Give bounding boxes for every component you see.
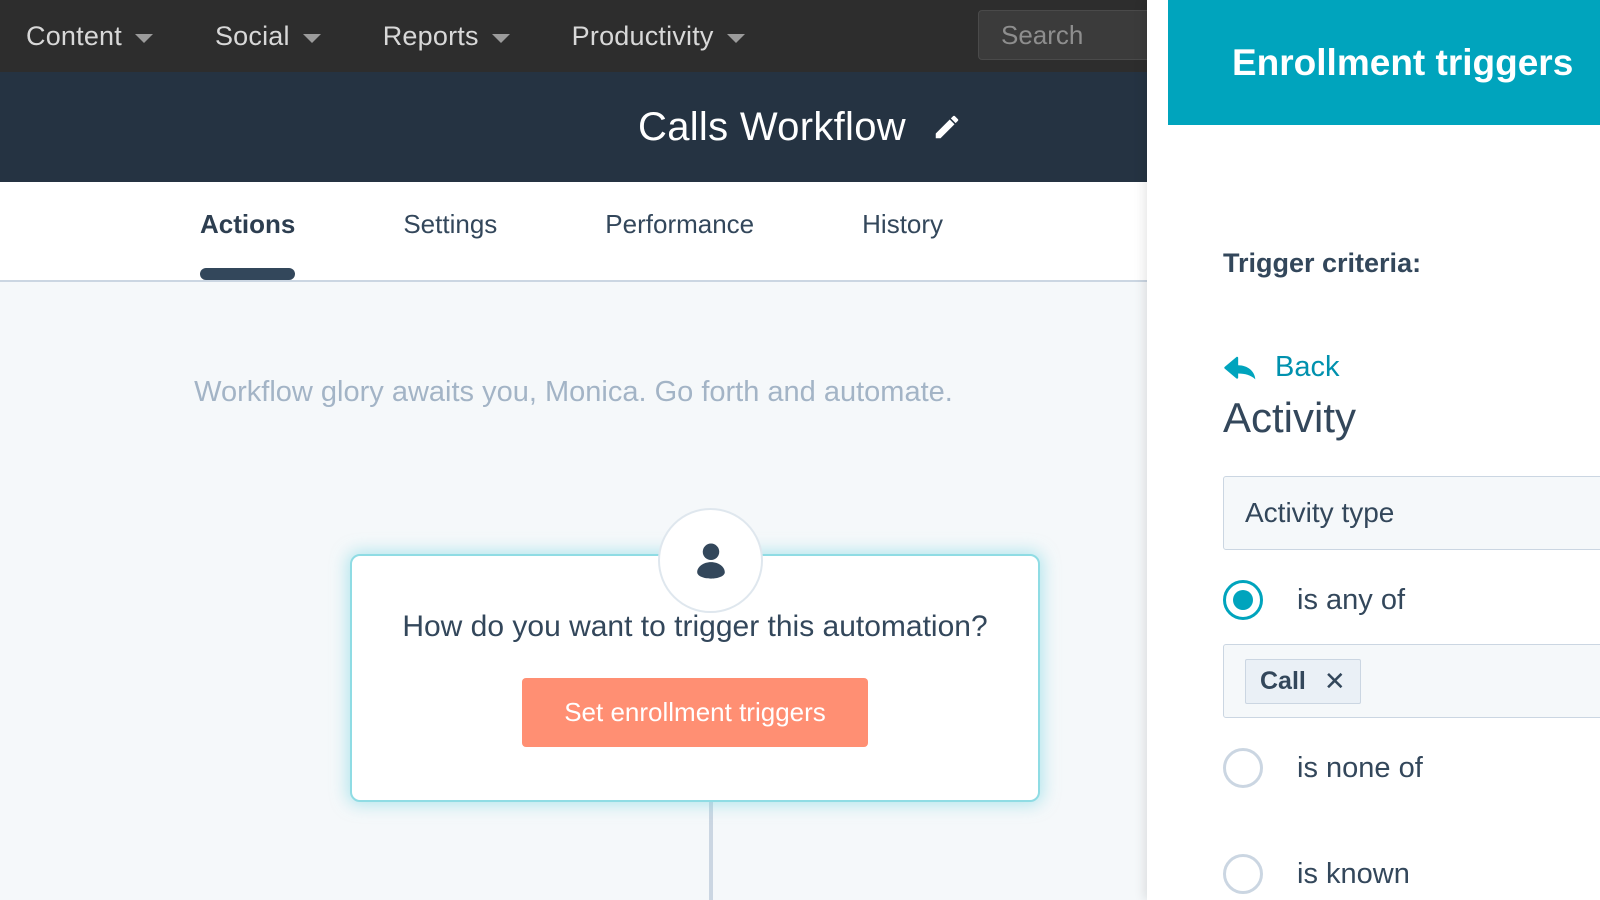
- activity-values-field[interactable]: Call ✕: [1223, 644, 1600, 718]
- chip-call[interactable]: Call ✕: [1245, 659, 1361, 704]
- avatar: [658, 508, 763, 613]
- tab-label: Actions: [200, 209, 295, 240]
- person-icon: [688, 538, 734, 584]
- tab-settings[interactable]: Settings: [403, 182, 497, 280]
- nav-item-content[interactable]: Content: [26, 21, 153, 52]
- nav-item-label: Content: [26, 21, 122, 52]
- nav-item-label: Reports: [383, 21, 479, 52]
- back-arrow-icon: [1223, 355, 1257, 381]
- nav-item-social[interactable]: Social: [215, 21, 321, 52]
- radio-icon[interactable]: [1223, 854, 1263, 894]
- chevron-down-icon: [727, 34, 745, 43]
- trigger-question: How do you want to trigger this automati…: [402, 610, 987, 644]
- radio-label: is any of: [1297, 584, 1405, 617]
- back-label: Back: [1275, 351, 1339, 384]
- chevron-down-icon: [303, 34, 321, 43]
- page-title: Calls Workflow: [638, 105, 906, 150]
- tab-performance[interactable]: Performance: [605, 182, 754, 280]
- nav-item-productivity[interactable]: Productivity: [572, 21, 745, 52]
- tab-history[interactable]: History: [862, 182, 943, 280]
- radio-option-is-none-of[interactable]: is none of: [1223, 748, 1600, 788]
- tab-actions[interactable]: Actions: [200, 182, 295, 280]
- panel-header: Enrollment triggers: [1168, 0, 1600, 125]
- spacer: [1147, 788, 1600, 824]
- radio-label: is known: [1297, 858, 1410, 891]
- tab-label: History: [862, 209, 943, 240]
- chip-label: Call: [1260, 667, 1306, 696]
- radio-option-is-known[interactable]: is known: [1223, 854, 1600, 894]
- workflow-flow: How do you want to trigger this automati…: [0, 284, 1147, 900]
- set-enrollment-triggers-button[interactable]: Set enrollment triggers: [522, 678, 868, 747]
- nav-item-reports[interactable]: Reports: [383, 21, 510, 52]
- back-link[interactable]: Back: [1223, 351, 1600, 384]
- tab-label: Settings: [403, 209, 497, 240]
- chevron-down-icon: [492, 34, 510, 43]
- trigger-criteria-label: Trigger criteria:: [1223, 248, 1600, 279]
- radio-option-is-any-of[interactable]: is any of: [1223, 580, 1600, 620]
- radio-icon[interactable]: [1223, 748, 1263, 788]
- panel-title: Enrollment triggers: [1168, 42, 1573, 84]
- chevron-down-icon: [135, 34, 153, 43]
- section-heading: Activity: [1223, 394, 1600, 442]
- nav-item-label: Social: [215, 21, 290, 52]
- nav-menu: Content Social Reports Productivity: [0, 21, 807, 52]
- pencil-icon[interactable]: [932, 112, 962, 142]
- activity-type-select[interactable]: Activity type: [1223, 476, 1600, 550]
- panel-body: Trigger criteria: Back Activity Activity…: [1147, 125, 1600, 894]
- nav-item-label: Productivity: [572, 21, 714, 52]
- tab-label: Performance: [605, 209, 754, 240]
- activity-type-label: Activity type: [1245, 497, 1394, 529]
- close-icon[interactable]: ✕: [1324, 668, 1346, 694]
- radio-icon[interactable]: [1223, 580, 1263, 620]
- radio-label: is none of: [1297, 752, 1423, 785]
- enrollment-triggers-panel: Enrollment triggers Trigger criteria: Ba…: [1147, 0, 1600, 900]
- flow-connector-line: [709, 802, 713, 900]
- app-root: Content Social Reports Productivity Call…: [0, 0, 1600, 900]
